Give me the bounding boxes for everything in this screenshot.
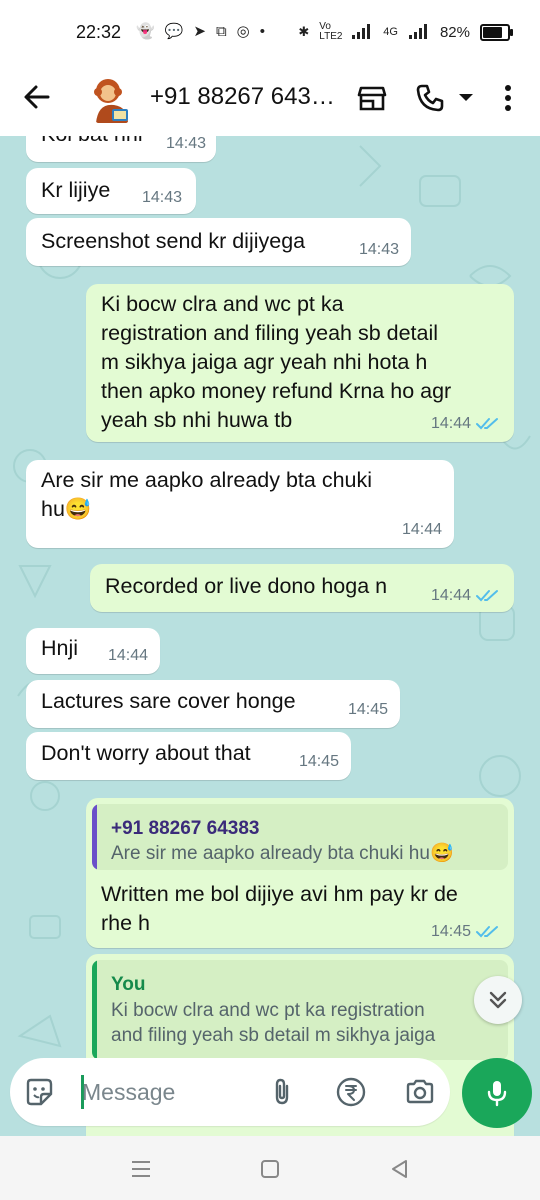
quote-text: Are sir me aapko already bta chuki hu😅 xyxy=(111,843,454,864)
dropdown-caret-icon[interactable] xyxy=(446,78,486,118)
incoming-message[interactable]: Screenshot send kr dijiyega 14:43 xyxy=(26,218,411,266)
message-time: 14:43 xyxy=(358,241,399,258)
quote-text: Ki bocw clra and wc pt ka registration a… xyxy=(111,1000,436,1046)
rupee-payment-icon[interactable] xyxy=(334,1075,368,1109)
message-input[interactable] xyxy=(72,1072,252,1112)
chat-area[interactable]: Koi bat nhi 14:43 Kr lijiye 14:43 Screen… xyxy=(0,136,540,1136)
outgoing-message[interactable]: Recorded or live dono hoga n 14:44 xyxy=(90,564,514,612)
chat-header: +91 88267 643… xyxy=(0,64,540,136)
quote-sender: You xyxy=(111,974,146,995)
system-navigation-bar xyxy=(0,1136,540,1200)
contact-avatar[interactable] xyxy=(84,71,140,127)
system-status: ✱ Vo LTE2 4G 82% xyxy=(298,21,513,42)
message-time: 14:45 xyxy=(347,701,388,718)
message-text: Recorded or live dono hoga n xyxy=(105,574,388,598)
read-receipt-icon xyxy=(476,417,498,429)
message-text: Written me bol dijiye avi hm pay kr de r… xyxy=(101,882,458,935)
recent-apps-icon[interactable] xyxy=(126,1154,156,1184)
phone-icon[interactable] xyxy=(410,78,450,118)
message-time: 14:43 xyxy=(165,136,206,152)
outgoing-reply-message[interactable]: +91 88267 64383 Are sir me aapko already… xyxy=(86,798,514,948)
message-text: Are sir me aapko already bta chuki hu😅 xyxy=(41,468,373,521)
quoted-message[interactable]: +91 88267 64383 Are sir me aapko already… xyxy=(92,804,508,870)
telegram-icon: ➤ xyxy=(193,23,206,40)
game-app-icon: ◎ xyxy=(236,23,250,40)
double-chevron-down-icon xyxy=(489,991,507,1009)
snapchat-icon: 👻 xyxy=(136,23,155,40)
back-nav-icon[interactable] xyxy=(384,1154,414,1184)
signal-icon-2 xyxy=(408,23,430,42)
incoming-message[interactable]: Kr lijiye 14:43 xyxy=(26,168,196,214)
status-time: 22:32 xyxy=(76,22,122,42)
quote-sender: +91 88267 64383 xyxy=(111,818,260,839)
quoted-message[interactable]: You Ki bocw clra and wc pt ka registrati… xyxy=(92,960,508,1060)
scroll-to-bottom-button[interactable] xyxy=(474,976,522,1024)
quote-accent-bar xyxy=(92,804,97,870)
message-time: 14:43 xyxy=(141,189,182,206)
message-time: 14:45 xyxy=(431,917,500,946)
incoming-message[interactable]: Don't worry about that 14:45 xyxy=(26,732,351,780)
message-time: 14:44 xyxy=(401,521,442,538)
network-type-label: 4G xyxy=(383,26,398,38)
message-text: Don't worry about that xyxy=(41,741,251,765)
message-text: Koi bat nhi xyxy=(41,136,143,149)
more-vertical-icon[interactable] xyxy=(488,78,528,118)
quote-accent-bar xyxy=(92,960,97,1060)
battery-icon xyxy=(480,23,513,41)
volte-label: Vo LTE2 xyxy=(319,21,343,42)
incoming-message[interactable]: Are sir me aapko already bta chuki hu😅 1… xyxy=(26,460,454,548)
sticker-icon[interactable] xyxy=(22,1075,56,1109)
camera-icon[interactable] xyxy=(403,1075,437,1109)
message-time: 14:44 xyxy=(107,647,148,664)
mic-icon xyxy=(487,1081,507,1107)
message-text: Ki bocw clra and wc pt ka registration a… xyxy=(101,292,452,432)
message-text: Hnji xyxy=(41,636,79,660)
home-icon[interactable] xyxy=(255,1154,285,1184)
message-time: 14:44 xyxy=(431,581,500,610)
app-notification-icon: ⧉ xyxy=(215,22,227,40)
back-arrow-icon[interactable] xyxy=(20,80,54,114)
message-composer[interactable] xyxy=(10,1058,450,1126)
notification-icons: 👻 💬 ➤ ⧉ ◎ • xyxy=(136,22,266,41)
read-receipt-icon xyxy=(476,925,498,937)
signal-icon xyxy=(351,23,373,42)
incoming-message[interactable]: Hnji 14:44 xyxy=(26,628,160,674)
outgoing-message[interactable]: Ki bocw clra and wc pt ka registration a… xyxy=(86,284,514,442)
incoming-message[interactable]: Lactures sare cover honge 14:45 xyxy=(26,680,400,728)
message-text: Lactures sare cover honge xyxy=(41,689,296,713)
attach-icon[interactable] xyxy=(265,1075,299,1109)
status-bar: 22:32 👻 💬 ➤ ⧉ ◎ • ✱ Vo LTE2 4G 82% xyxy=(0,0,540,64)
shop-icon[interactable] xyxy=(352,78,392,118)
message-time: 14:44 xyxy=(431,409,500,438)
dot-icon: • xyxy=(259,22,266,40)
read-receipt-icon xyxy=(476,589,498,601)
chat-app-icon: 💬 xyxy=(164,23,184,40)
incoming-message[interactable]: Koi bat nhi 14:43 xyxy=(26,136,216,162)
chat-title[interactable]: +91 88267 643… xyxy=(150,83,340,111)
voice-record-button[interactable] xyxy=(462,1058,532,1128)
message-time: 14:45 xyxy=(298,753,339,770)
message-text: Kr lijiye xyxy=(41,178,111,202)
message-text: Screenshot send kr dijiyega xyxy=(41,229,306,253)
bluetooth-icon: ✱ xyxy=(298,24,310,39)
battery-percent: 82% xyxy=(439,23,470,41)
